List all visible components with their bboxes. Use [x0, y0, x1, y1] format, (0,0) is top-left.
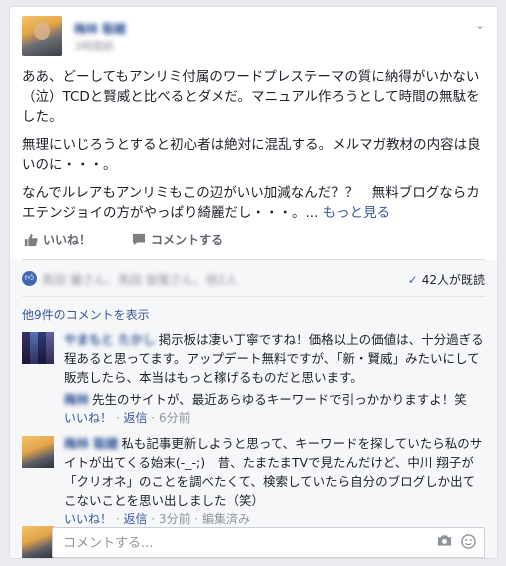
post-actions: いいね！ コメントする [22, 227, 485, 253]
thumbs-up-icon [24, 233, 38, 246]
commenter-name[interactable]: 梅林 [64, 392, 89, 407]
comment-body: 梅林 聡継 私も記事更新しようと思って、キーワードを探していたら私のサイトが出てく… [64, 434, 485, 529]
comment-reply-link[interactable]: 返信 [123, 512, 147, 526]
author-name[interactable]: 梅林 聡継 [74, 20, 126, 37]
comment-body: やまもと たかし 掲示板は凄い丁寧ですね！価格以上の価値は、十分過ぎる程あると思っ… [64, 330, 485, 387]
comment-body: 梅林 先生のサイトが、最近あらゆるキーワードで引っかかりますよ！笑 いいね！ · … [64, 390, 485, 428]
post-paragraph: 無理にいじろうとすると初心者は絶対に混乱する。メルマガ教材の内容は良いのに・・・… [22, 137, 481, 173]
commenter-avatar[interactable] [22, 436, 54, 468]
reactions-row: 👍︎ 馬田 優さん、馬田 俊隆さん、他2人 ✓ 42人が既読 [22, 266, 485, 292]
like-badge-icon: 👍︎ [22, 271, 37, 286]
comments-section: 👍︎ 馬田 優さん、馬田 俊隆さん、他2人 ✓ 42人が既読 他9件のコメントを表… [10, 260, 497, 558]
post-paragraph: ああ、どーしてもアンリミ付属のワードプレステーマの質に納得がいかない（泣）TCD… [22, 69, 480, 125]
comment: 梅林 先生のサイトが、最近あらゆるキーワードで引っかかりますよ！笑 いいね！ · … [22, 390, 485, 428]
post-timestamp[interactable]: 3時間前 [74, 38, 114, 54]
comment-input[interactable] [61, 533, 405, 553]
camera-icon[interactable] [437, 534, 452, 551]
post-card: 梅林 聡継 3時間前 ⌄ ああ、どーしてもアンリミ付属のワードプレステーマの質に… [9, 6, 498, 559]
comment-text: 私も記事更新しようと思って、キーワードを探していたら私のサイトが出てくる始末(-… [64, 436, 483, 508]
commenter-name[interactable]: 梅林 聡継 [64, 436, 118, 451]
author-avatar[interactable] [22, 16, 62, 56]
divider [22, 296, 485, 297]
current-user-avatar [22, 526, 54, 558]
post-text: ああ、どーしてもアンリミ付属のワードプレステーマの質に納得がいかない（泣）TCD… [22, 67, 488, 231]
post-paragraph-text: なんでルレアもアンリミもこの辺がいい加減なんだ？？ 無料ブログならカエテンジョイ… [22, 185, 480, 221]
comment: 梅林 聡継 私も記事更新しようと思って、キーワードを探していたら私のサイトが出てく… [22, 434, 485, 526]
comment-time[interactable]: 6分前 [159, 411, 191, 425]
post-header: 梅林 聡継 3時間前 ⌄ [22, 16, 485, 60]
emoji-icon[interactable] [461, 534, 476, 553]
seen-count[interactable]: ✓ 42人が既読 [408, 271, 485, 288]
view-more-comments-link[interactable]: 他9件のコメントを表示 [22, 306, 150, 323]
comment-meta: いいね！ · 返信 · 6分前 [64, 411, 191, 425]
comment-text: 先生のサイトが、最近あらゆるキーワードで引っかかりますよ！笑 [92, 392, 467, 407]
check-icon: ✓ [407, 273, 418, 287]
post-paragraph: なんでルレアもアンリミもこの辺がいい加減なんだ？？ 無料ブログならカエテンジョイ… [22, 183, 488, 223]
chevron-down-icon[interactable]: ⌄ [475, 18, 485, 32]
comment-like-link[interactable]: いいね！ [64, 512, 112, 526]
comment-reply-link[interactable]: 返信 [123, 411, 147, 425]
comment-time[interactable]: 3分前 [159, 512, 191, 526]
comment-input-box [52, 527, 485, 558]
like-label: いいね！ [43, 233, 92, 247]
comment: やまもと たかし 掲示板は凄い丁寧ですね！価格以上の価値は、十分過ぎる程あると思っ… [22, 330, 485, 390]
like-button[interactable]: いいね！ [24, 231, 91, 248]
likers-text[interactable]: 馬田 優さん、馬田 俊隆さん、他2人 [42, 271, 237, 288]
seen-text: 42人が既読 [421, 273, 485, 287]
comment-label: コメントする [151, 233, 224, 247]
comment-like-link[interactable]: いいね！ [64, 411, 112, 425]
speech-bubble-icon [132, 233, 146, 246]
edited-label[interactable]: 編集済み [202, 512, 250, 526]
comment-button[interactable]: コメントする [132, 231, 223, 248]
see-more-link[interactable]: もっと見る [323, 205, 391, 221]
commenter-name[interactable]: やまもと たかし [64, 332, 156, 347]
commenter-avatar[interactable] [22, 332, 54, 364]
